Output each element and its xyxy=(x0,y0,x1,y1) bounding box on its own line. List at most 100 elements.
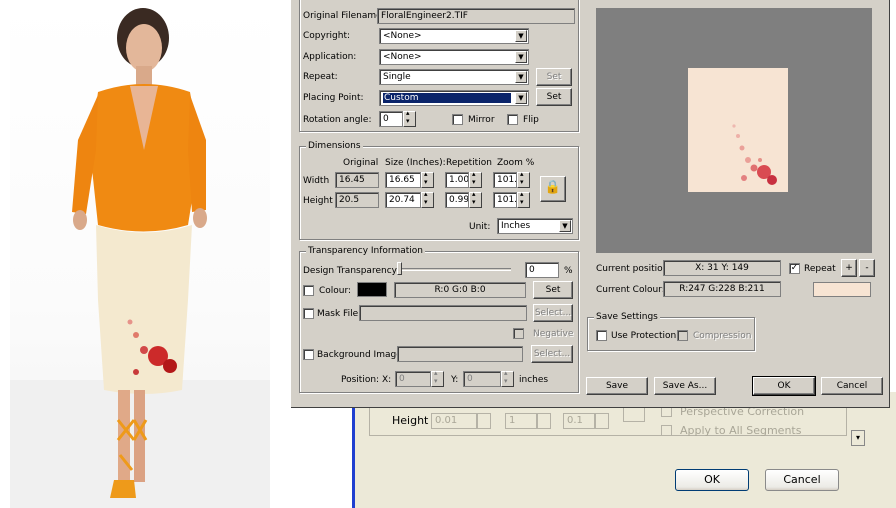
col-zoom-header: Zoom % xyxy=(497,158,535,168)
zoom-out-button[interactable]: - xyxy=(859,259,875,277)
width-zoom-field[interactable]: 101. xyxy=(493,172,517,188)
bg-ok-button: OK xyxy=(675,469,749,491)
width-repetition-field[interactable]: 1.00 xyxy=(445,172,469,188)
col-original-header: Original xyxy=(343,158,379,168)
chevron-down-icon: ▼ xyxy=(559,220,571,232)
current-colour-readout: R:247 G:228 B:211 xyxy=(663,281,781,297)
width-size-spinner[interactable] xyxy=(421,170,434,188)
repeat-dropdown[interactable]: Single ▼ xyxy=(379,69,529,85)
chevron-down-icon: ▼ xyxy=(515,51,527,63)
position-y-field: 0 xyxy=(463,371,501,387)
height-zoom-field[interactable]: 101. xyxy=(493,192,517,208)
zoom-in-button[interactable]: + xyxy=(841,259,857,277)
repeat-set-button[interactable]: Set xyxy=(536,68,572,86)
colour-checkbox[interactable] xyxy=(303,285,314,296)
design-transparency-field[interactable]: 0 xyxy=(525,262,559,278)
rotation-angle-label: Rotation angle: xyxy=(303,115,372,125)
design-preview[interactable] xyxy=(596,8,872,253)
use-protection-checkbox[interactable] xyxy=(596,330,607,341)
height-repetition-field[interactable]: 0.99 xyxy=(445,192,469,208)
repeat-value: Single xyxy=(383,72,411,82)
rotation-angle-spinner[interactable] xyxy=(403,109,416,127)
lock-icon: 🔒 xyxy=(544,180,562,195)
height-original-field: 20.5 xyxy=(335,192,379,208)
unit-dropdown[interactable]: Inches ▼ xyxy=(497,218,573,234)
colour-set-button[interactable]: Set xyxy=(533,281,573,299)
original-filename-label: Original Filename: xyxy=(303,11,385,21)
position-x-label: X: xyxy=(382,375,392,385)
rotation-angle-field[interactable]: 0 xyxy=(379,111,403,127)
negative-checkbox[interactable] xyxy=(513,328,524,339)
use-protection-label: Use Protection xyxy=(611,331,677,341)
bg-apply-all-checkbox xyxy=(661,425,672,436)
lock-aspect-button[interactable]: 🔒 xyxy=(540,176,566,202)
save-button[interactable]: Save xyxy=(586,377,648,395)
background-window: Height 0.01 1 0.1 Perspective Correction… xyxy=(352,392,896,508)
chevron-down-icon: ▼ xyxy=(515,92,527,104)
current-colour-label: Current Colour: xyxy=(596,285,665,295)
transparency-title: Transparency Information xyxy=(306,246,425,256)
flip-label: Flip xyxy=(523,115,539,125)
model-illustration xyxy=(10,8,270,508)
height-repetition-spinner[interactable] xyxy=(469,190,482,208)
width-zoom-spinner[interactable] xyxy=(517,170,530,188)
save-settings-title: Save Settings xyxy=(594,312,660,322)
position-x-field: 0 xyxy=(395,371,431,387)
height-size-field[interactable]: 20.74 xyxy=(385,192,421,208)
dimensions-title: Dimensions xyxy=(306,141,363,151)
bg-height-field: 0.01 xyxy=(431,413,477,429)
repeat-label: Repeat: xyxy=(303,72,338,82)
save-as-button[interactable]: Save As... xyxy=(654,377,716,395)
width-repetition-spinner[interactable] xyxy=(469,170,482,188)
model-photo xyxy=(10,0,270,508)
flip-checkbox[interactable] xyxy=(507,114,518,125)
application-label: Application: xyxy=(303,52,357,62)
design-thumbnail xyxy=(688,68,788,192)
copyright-value: <None> xyxy=(383,31,422,41)
current-position-readout: X: 31 Y: 149 xyxy=(663,260,781,276)
ok-button[interactable]: OK xyxy=(752,376,816,396)
mirror-checkbox[interactable] xyxy=(452,114,463,125)
position-y-spinner xyxy=(501,369,514,387)
colour-swatch[interactable] xyxy=(357,282,387,297)
application-dropdown[interactable]: <None> ▼ xyxy=(379,49,529,65)
background-image-label: Background Image xyxy=(317,350,402,360)
col-repetition-header: Repetition xyxy=(446,158,492,168)
chevron-down-icon: ▼ xyxy=(515,71,527,83)
colour-rgb-readout: R:0 G:0 B:0 xyxy=(394,282,526,298)
placing-point-dropdown[interactable]: Custom ▼ xyxy=(379,90,529,106)
bg-scroll-down-icon: ▾ xyxy=(851,430,865,446)
copyright-label: Copyright: xyxy=(303,31,351,41)
background-image-checkbox[interactable] xyxy=(303,349,314,360)
transparency-slider-thumb[interactable] xyxy=(397,262,402,275)
cancel-button[interactable]: Cancel xyxy=(821,377,883,395)
design-transparency-unit: % xyxy=(564,266,573,276)
transparency-slider-track[interactable] xyxy=(397,268,511,271)
width-label: Width xyxy=(303,176,330,186)
compression-label: Compression xyxy=(693,331,752,341)
bg-cancel-button: Cancel xyxy=(765,469,839,491)
design-info-dialog: Original Filename: FloralEngineer2.TIF C… xyxy=(291,0,890,408)
repeat-preview-checkbox[interactable]: ✓ xyxy=(789,263,800,274)
bg-height-label: Height xyxy=(392,414,429,427)
bg-field-3: 0.1 xyxy=(563,413,595,429)
current-position-label: Current position: xyxy=(596,264,672,274)
bg-image-select-button[interactable]: Select... xyxy=(531,345,573,363)
mask-file-checkbox[interactable] xyxy=(303,308,314,319)
colour-label: Colour: xyxy=(319,286,352,296)
background-image-field xyxy=(397,346,523,362)
position-x-spinner xyxy=(431,369,444,387)
width-size-field[interactable]: 16.65 xyxy=(385,172,421,188)
position-y-label: Y: xyxy=(451,375,459,385)
compression-checkbox[interactable] xyxy=(677,330,688,341)
placing-point-label: Placing Point: xyxy=(303,93,364,103)
bg-field-3-spinner xyxy=(595,413,609,429)
mask-select-button[interactable]: Select... xyxy=(533,304,573,322)
placing-point-set-button[interactable]: Set xyxy=(536,88,572,106)
copyright-dropdown[interactable]: <None> ▼ xyxy=(379,28,529,44)
bg-field-2-spinner xyxy=(537,413,551,429)
unit-label: Unit: xyxy=(469,222,491,232)
height-size-spinner[interactable] xyxy=(421,190,434,208)
height-zoom-spinner[interactable] xyxy=(517,190,530,208)
bg-field-2: 1 xyxy=(505,413,537,429)
